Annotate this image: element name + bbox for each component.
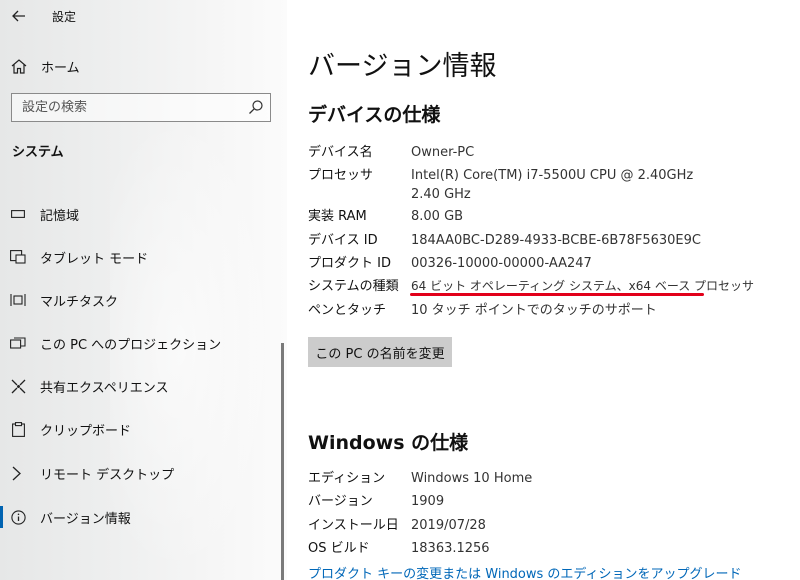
storage-icon [0,210,36,218]
tablet-mode-icon [0,250,36,264]
sidebar-item-label: 記憶域 [40,208,80,224]
spec-key: デバイス ID [308,233,378,248]
remote-desktop-icon [0,466,36,481]
sidebar-item-storage[interactable]: 記憶域 [0,199,287,229]
section-label-system: システム [12,145,64,160]
sidebar-item-projection[interactable]: この PC へのプロジェクション [0,328,287,358]
search-input[interactable] [22,100,247,115]
sidebar-item-label: リモート デスクトップ [40,467,175,483]
spec-row-install-date: インストール日 2019/07/28 [308,516,778,535]
spec-value: 1909 [411,494,445,509]
spec-key: インストール日 [308,518,399,533]
sidebar-item-clipboard[interactable]: クリップボード [0,414,287,444]
nav-home[interactable]: ホーム [0,52,287,80]
spec-value: 184AA0BC-D289-4933-BCBE-6B78F5630E9C [411,233,701,248]
spec-key: エディション [308,471,386,486]
spec-row-ram: 実装 RAM 8.00 GB [308,207,778,226]
spec-row-device-id: デバイス ID 184AA0BC-D289-4933-BCBE-6B78F563… [308,231,778,250]
device-spec-heading: デバイスの仕様 [308,104,441,126]
spec-value: 10 タッチ ポイントでのタッチのサポート [411,303,657,318]
spec-key: デバイス名 [308,145,373,160]
spec-key: OS ビルド [308,541,370,556]
sidebar-scrollbar[interactable] [281,343,284,580]
sidebar-item-label: バージョン情報 [40,511,131,527]
spec-row-version: バージョン 1909 [308,492,778,511]
spec-key: プロセッサ [308,168,374,183]
search-box[interactable] [11,93,271,122]
spec-key: プロダクト ID [308,256,391,271]
spec-row-device-name: デバイス名 Owner-PC [308,143,778,162]
clipboard-icon [0,421,36,437]
spec-key: バージョン [308,494,373,509]
spec-value: 00326-10000-00000-AA247 [411,256,592,271]
sidebar-item-label: 共有エクスペリエンス [40,380,169,396]
spec-value: Intel(R) Core(TM) i7-5500U CPU @ 2.40GHz… [411,168,694,202]
spec-value: 8.00 GB [411,209,464,224]
sidebar-item-remote-desktop[interactable]: リモート デスクトップ [0,458,287,488]
sidebar-item-about[interactable]: バージョン情報 [0,502,287,532]
spec-key: 実装 RAM [308,209,367,224]
projection-icon [0,336,36,350]
info-icon [0,509,36,525]
highlight-underline [410,293,704,296]
home-icon [0,58,38,74]
spec-row-processor: プロセッサ Intel(R) Core(TM) i7-5500U CPU @ 2… [308,166,778,204]
product-key-link[interactable]: プロダクト キーの変更または Windows のエディションをアップグレード [308,563,742,580]
sidebar-item-label: この PC へのプロジェクション [40,337,222,353]
spec-value: 2019/07/28 [411,518,486,533]
spec-key: システムの種類 [308,279,399,294]
back-button[interactable] [0,0,38,32]
sidebar-item-label: タブレット モード [40,251,149,267]
spec-value: Owner-PC [411,145,475,160]
spec-row-os-build: OS ビルド 18363.1256 [308,539,778,558]
sidebar-item-tablet-mode[interactable]: タブレット モード [0,242,287,272]
sidebar-item-label: クリップボード [40,423,132,439]
sidebar: 設定 ホーム システム 記憶域 タブレット モード マルチタスク この PC へ… [0,0,287,580]
shared-experiences-icon [0,379,36,394]
page-title: バージョン情報 [308,51,497,82]
windows-spec-heading: Windows の仕様 [308,432,469,454]
search-icon[interactable] [248,99,264,115]
sidebar-item-multitasking[interactable]: マルチタスク [0,285,287,315]
multitasking-icon [0,293,36,307]
spec-row-product-id: プロダクト ID 00326-10000-00000-AA247 [308,254,778,273]
nav-home-label: ホーム [41,60,80,76]
spec-value: 18363.1256 [411,541,490,556]
spec-row-edition: エディション Windows 10 Home [308,469,778,488]
main-content: バージョン情報 デバイスの仕様 デバイス名 Owner-PC プロセッサ Int… [287,0,800,580]
spec-value: Windows 10 Home [411,471,533,486]
spec-key: ペンとタッチ [308,303,387,318]
title-bar: 設定 [0,0,287,32]
rename-pc-button[interactable]: この PC の名前を変更 [308,337,452,367]
spec-row-pen-touch: ペンとタッチ 10 タッチ ポイントでのタッチのサポート [308,301,778,320]
sidebar-item-shared-experiences[interactable]: 共有エクスペリエンス [0,371,287,401]
app-title: 設定 [52,9,77,24]
back-arrow-icon [12,10,25,22]
sidebar-item-label: マルチタスク [40,294,119,310]
